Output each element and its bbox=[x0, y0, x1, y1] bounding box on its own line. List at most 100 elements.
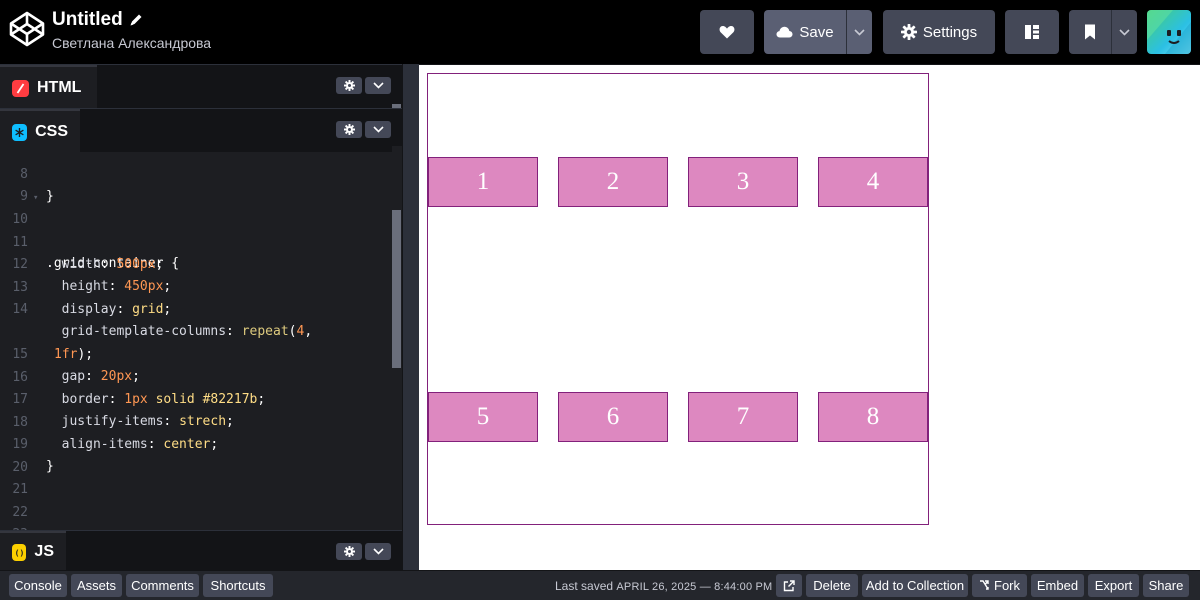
gear-icon bbox=[343, 80, 355, 91]
css-icon bbox=[12, 123, 28, 141]
code-line: 21 bbox=[0, 457, 31, 497]
save-button[interactable]: Save bbox=[764, 10, 846, 54]
gear-icon bbox=[900, 24, 917, 40]
pen-title[interactable]: Untitled bbox=[52, 9, 123, 31]
chevron-down-icon bbox=[372, 126, 384, 133]
grid-item: 7 bbox=[688, 392, 798, 442]
code-text: 1fr); bbox=[54, 347, 94, 362]
assets-button[interactable]: Assets bbox=[71, 574, 122, 597]
code-text: grid-template-columns: repeat(4, bbox=[61, 324, 313, 339]
css-scrollbar-thumb[interactable] bbox=[392, 210, 401, 368]
js-panel-header: () JS bbox=[0, 530, 402, 571]
chevron-down-icon bbox=[372, 548, 384, 555]
code-text: border: 1px solid #82217b; bbox=[61, 392, 266, 407]
fork-icon bbox=[980, 580, 989, 590]
code-line: 17 justify-items: strech; bbox=[0, 367, 234, 429]
share-button[interactable]: Share bbox=[1143, 574, 1189, 597]
code-line: 15 gap: 20px; bbox=[0, 322, 140, 384]
bookmark-options-button[interactable] bbox=[1111, 10, 1137, 54]
pencil-icon[interactable] bbox=[128, 12, 144, 28]
tab-js[interactable]: () JS bbox=[0, 531, 66, 571]
export-button[interactable]: Export bbox=[1088, 574, 1139, 597]
tab-js-label: JS bbox=[34, 543, 54, 560]
html-collapse-button[interactable] bbox=[365, 77, 391, 94]
code-line: 13 display: grid; bbox=[0, 255, 171, 317]
code-line: 23 bbox=[0, 502, 31, 530]
result-preview: 1 2 3 4 5 6 7 8 bbox=[419, 65, 1200, 570]
pane-resizer[interactable] bbox=[402, 64, 419, 570]
code-line: 20 bbox=[0, 435, 31, 475]
author-name[interactable]: Светлана Александрова bbox=[52, 35, 211, 51]
save-label: Save bbox=[799, 23, 834, 41]
save-options-button[interactable] bbox=[846, 10, 872, 54]
grid-item: 4 bbox=[818, 157, 928, 207]
gear-icon bbox=[343, 124, 355, 135]
delete-button[interactable]: Delete bbox=[806, 574, 858, 597]
code-text: display: grid; bbox=[61, 302, 172, 317]
svg-text:(): () bbox=[14, 548, 24, 557]
js-collapse-button[interactable] bbox=[365, 543, 391, 560]
console-button[interactable]: Console bbox=[9, 574, 67, 597]
cloud-icon bbox=[776, 26, 793, 38]
js-settings-button[interactable] bbox=[336, 543, 362, 560]
shortcuts-button[interactable]: Shortcuts bbox=[203, 574, 273, 597]
grid-item: 6 bbox=[558, 392, 668, 442]
code-line: 14 grid-template-columns: repeat(4, bbox=[0, 277, 312, 339]
tab-html[interactable]: HTML bbox=[0, 65, 97, 109]
css-code-editor[interactable]: 8 } 9 10 ▾ .grid-container { 11 width: 5… bbox=[0, 146, 392, 530]
grid-item: 8 bbox=[818, 392, 928, 442]
fork-button[interactable]: Fork bbox=[972, 574, 1027, 597]
last-saved-status: Last saved APRIL 26, 2025 — 8:44:00 PM bbox=[555, 579, 772, 593]
code-line: 22 bbox=[0, 480, 31, 520]
code-text: width: 500px; bbox=[61, 257, 164, 272]
code-text: } bbox=[46, 459, 54, 474]
tab-css-label: CSS bbox=[35, 123, 68, 140]
header: Untitled Светлана Александрова Save Sett… bbox=[0, 0, 1200, 64]
css-collapse-button[interactable] bbox=[365, 121, 391, 138]
user-avatar[interactable] bbox=[1147, 10, 1191, 54]
code-text: align-items: center; bbox=[61, 437, 219, 452]
bookmark-button[interactable] bbox=[1069, 10, 1111, 54]
gear-icon bbox=[343, 546, 355, 557]
html-panel-header: HTML bbox=[0, 64, 402, 109]
code-text: height: 450px; bbox=[61, 279, 172, 294]
last-saved-label: Last saved bbox=[555, 579, 614, 593]
code-line: 10 ▾ .grid-container { bbox=[0, 187, 179, 271]
add-to-collection-button[interactable]: Add to Collection bbox=[862, 574, 968, 597]
chevron-down-icon bbox=[372, 82, 384, 89]
code-line: 12 height: 450px; bbox=[0, 232, 171, 294]
fold-arrow-icon[interactable]: ▾ bbox=[33, 187, 38, 209]
js-icon: () bbox=[12, 543, 27, 561]
bookmark-icon bbox=[1085, 24, 1095, 40]
code-line: 19 } bbox=[0, 412, 53, 474]
layout-icon bbox=[1025, 25, 1039, 39]
html-icon bbox=[12, 79, 29, 97]
html-settings-button[interactable] bbox=[336, 77, 362, 94]
change-view-button[interactable] bbox=[1005, 10, 1059, 54]
css-settings-button[interactable] bbox=[336, 121, 362, 138]
code-text: justify-items: strech; bbox=[61, 414, 234, 429]
footer-bar: Console Assets Comments Shortcuts Last s… bbox=[0, 570, 1200, 600]
grid-item: 5 bbox=[428, 392, 538, 442]
external-link-icon bbox=[783, 579, 795, 591]
code-line: 16 border: 1px solid #82217b; bbox=[0, 345, 265, 407]
codepen-logo-icon[interactable] bbox=[8, 10, 46, 48]
settings-label: Settings bbox=[922, 23, 978, 41]
chevron-down-icon bbox=[854, 28, 865, 36]
grid-item: 1 bbox=[428, 157, 538, 207]
settings-button[interactable]: Settings bbox=[883, 10, 995, 54]
chevron-down-icon bbox=[1119, 28, 1130, 36]
embed-button[interactable]: Embed bbox=[1031, 574, 1084, 597]
tab-html-label: HTML bbox=[37, 79, 82, 96]
love-button[interactable] bbox=[700, 10, 754, 54]
grid-item: 3 bbox=[688, 157, 798, 207]
heart-icon bbox=[719, 26, 735, 39]
grid-container: 1 2 3 4 5 6 7 8 bbox=[427, 73, 929, 525]
fork-label: Fork bbox=[994, 578, 1020, 593]
code-line: 9 bbox=[0, 164, 31, 204]
code-line: 18 align-items: center; bbox=[0, 390, 218, 452]
code-text: } bbox=[46, 189, 54, 204]
open-in-new-window-button[interactable] bbox=[776, 574, 802, 597]
comments-button[interactable]: Comments bbox=[126, 574, 199, 597]
code-line: 1fr); bbox=[0, 300, 93, 362]
